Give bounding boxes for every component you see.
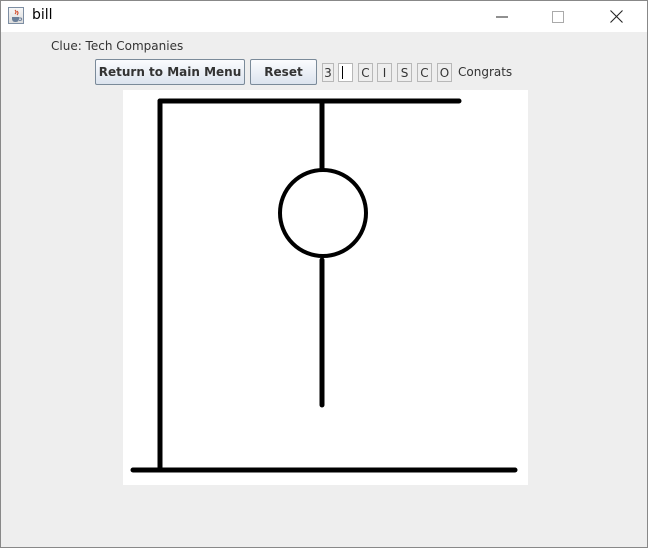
letter-slot-4: C [417,63,432,82]
head [278,168,368,258]
letter-slot-5: O [437,63,452,82]
letter-slot-1: C [358,63,373,82]
letter-slot-3: S [397,63,412,82]
status-message: Congrats [458,65,513,79]
hangman-canvas [123,90,528,485]
close-button[interactable] [593,1,639,32]
guess-input[interactable] [338,63,353,82]
minimize-button[interactable] [479,1,525,32]
content-pane: Clue: Tech Companies Return to Main Menu… [1,32,647,547]
app-window: bill Clue: Tech Companies Return to Main… [0,0,648,548]
close-icon [609,10,623,23]
java-cup-icon [8,7,24,24]
hangman-drawing [130,98,518,473]
return-to-main-menu-button[interactable]: Return to Main Menu [95,59,245,85]
clue-label: Clue: Tech Companies [51,39,184,53]
reset-button[interactable]: Reset [250,59,317,85]
title-bar[interactable]: bill [1,1,647,32]
text-cursor [342,66,343,79]
minimize-icon [496,16,508,17]
maximize-icon [552,10,564,23]
maximize-button[interactable] [535,1,581,32]
window-title: bill [32,7,53,23]
wrong-guess-count: 3 [322,63,334,82]
letter-slot-2: I [377,63,392,82]
